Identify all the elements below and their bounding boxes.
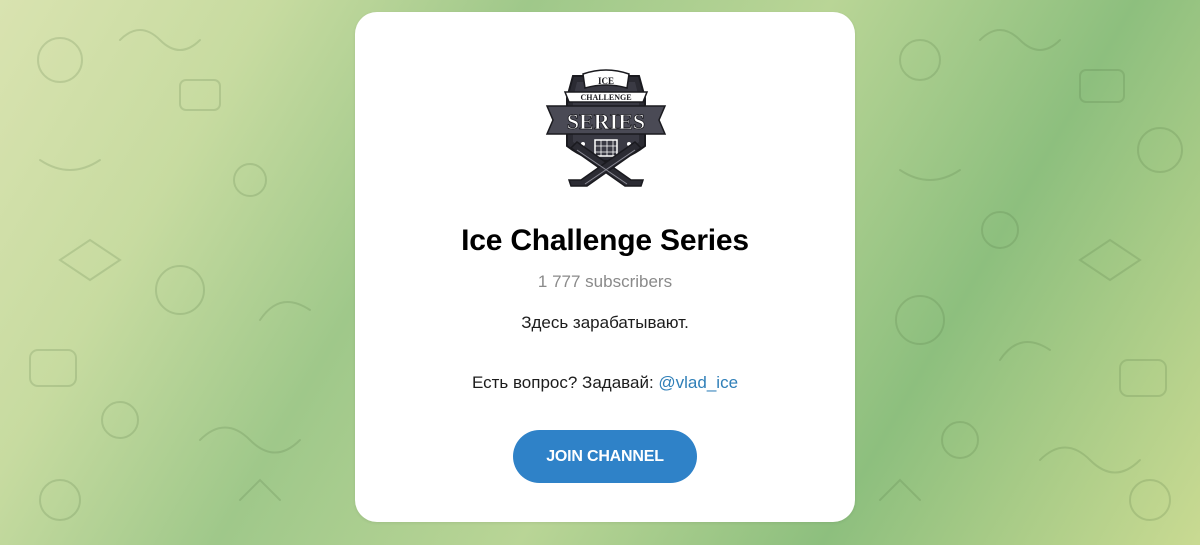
channel-card: ICE CHALLENGE SERIES Ice Challenge Serie…: [355, 12, 855, 522]
channel-description-line1: Здесь зарабатывают.: [521, 313, 689, 332]
logo-text-middle: CHALLENGE: [580, 93, 631, 102]
logo-text-top: ICE: [598, 76, 614, 86]
contact-link[interactable]: @vlad_ice: [658, 373, 738, 392]
logo-text-main: SERIES: [567, 109, 645, 134]
ice-challenge-series-logo-icon: ICE CHALLENGE SERIES: [545, 69, 667, 187]
description-prefix: Есть вопрос? Задавай:: [471, 373, 659, 392]
join-channel-button[interactable]: JOIN CHANNEL: [513, 430, 697, 483]
channel-title: Ice Challenge Series: [461, 224, 749, 257]
subscriber-count: 1 777 subscribers: [537, 272, 673, 291]
channel-description-line2: Есть вопрос? Задавай: @vlad_ice: [355, 373, 855, 393]
